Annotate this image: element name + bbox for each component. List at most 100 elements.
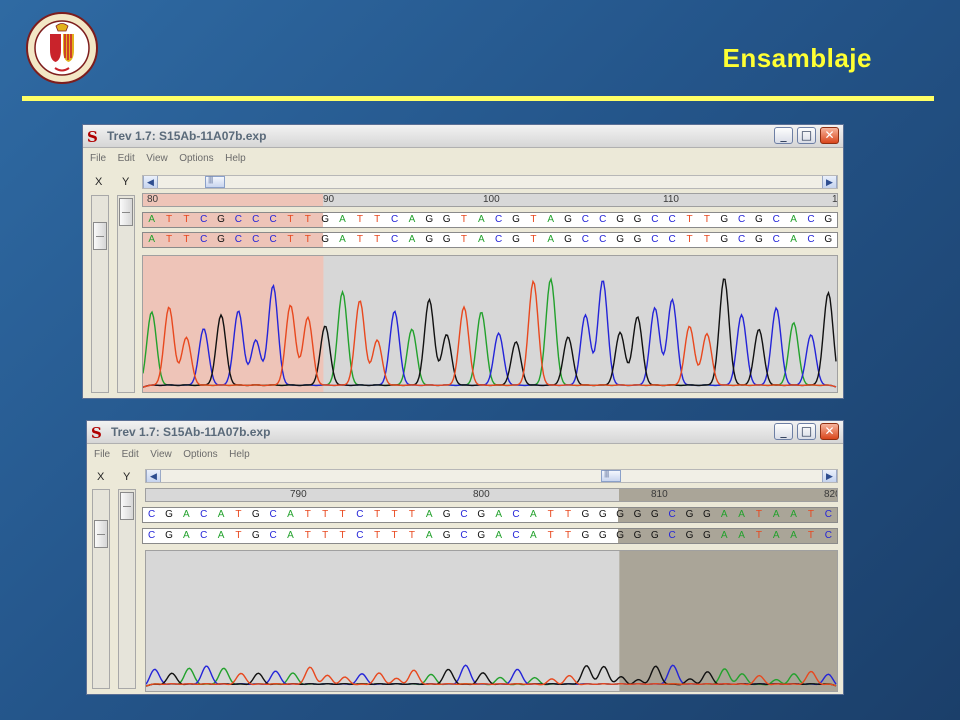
base-letter: T	[183, 234, 190, 245]
base-letter: A	[477, 234, 485, 245]
close-button[interactable]: ✕	[820, 127, 839, 144]
base-letter: C	[512, 509, 520, 520]
base-letter: A	[547, 234, 555, 245]
horizontal-scrollbar-thumb[interactable]	[205, 175, 225, 188]
base-letter: A	[495, 530, 502, 541]
base-letter: C	[668, 234, 676, 245]
base-letter: G	[650, 530, 659, 541]
trev-app-icon: S	[91, 424, 102, 442]
chromatogram-trace-panel[interactable]	[145, 550, 838, 692]
base-letter: A	[425, 509, 433, 520]
x-zoom-slider[interactable]	[92, 489, 110, 689]
base-letter: G	[685, 509, 694, 520]
base-letter: G	[512, 234, 520, 245]
scroll-right-arrow[interactable]: ▶	[822, 176, 837, 188]
base-letter: A	[720, 509, 728, 520]
chromatogram-plot	[146, 551, 837, 691]
base-letter: T	[304, 530, 311, 541]
base-letter: T	[460, 234, 468, 245]
menu-edit[interactable]: Edit	[118, 153, 135, 164]
base-letter: T	[374, 214, 381, 225]
base-letter: G	[685, 530, 694, 541]
window-titlebar[interactable]: S Trev 1.7: S15Ab-11A07b.exp _ □ ✕	[83, 125, 843, 148]
base-letter: A	[738, 509, 745, 520]
y-zoom-slider[interactable]	[118, 489, 136, 689]
scroll-left-arrow[interactable]: ◀	[146, 470, 161, 482]
x-zoom-slider[interactable]	[91, 195, 109, 393]
horizontal-scrollbar[interactable]: ◀ ▶	[145, 469, 838, 483]
base-letter: G	[442, 234, 451, 245]
base-letter: G	[477, 509, 486, 520]
y-zoom-slider[interactable]	[117, 195, 135, 393]
base-letter: T	[304, 234, 311, 245]
x-zoom-slider-thumb[interactable]	[94, 520, 108, 548]
minimize-button[interactable]: _	[774, 423, 793, 440]
base-letter: C	[356, 509, 364, 520]
base-letter: A	[738, 530, 745, 541]
base-letter: T	[547, 509, 554, 520]
base-letter: A	[339, 234, 346, 245]
base-letter: T	[755, 530, 762, 541]
base-letter: T	[703, 214, 710, 225]
base-letter: T	[391, 530, 398, 541]
base-letter: G	[442, 509, 451, 520]
base-letter: G	[581, 509, 590, 520]
menu-options[interactable]: Options	[179, 153, 213, 164]
maximize-button[interactable]: □	[797, 423, 816, 440]
window-title: Trev 1.7: S15Ab-11A07b.exp	[111, 425, 271, 439]
base-letter: T	[304, 509, 311, 520]
horizontal-scrollbar[interactable]: ◀ ▶	[142, 175, 838, 189]
base-letter: C	[807, 214, 815, 225]
horizontal-scrollbar-thumb[interactable]	[601, 469, 621, 482]
trace-highlight-region	[143, 256, 324, 392]
x-zoom-slider-thumb[interactable]	[93, 222, 107, 250]
window-title: Trev 1.7: S15Ab-11A07b.exp	[107, 129, 267, 143]
menu-view[interactable]: View	[146, 153, 168, 164]
base-letter: T	[408, 509, 415, 520]
maximize-button[interactable]: □	[797, 127, 816, 144]
base-letter: C	[495, 214, 503, 225]
chromatogram-trace-panel[interactable]	[142, 255, 838, 393]
base-letter: C	[668, 214, 676, 225]
x-zoom-label: X	[95, 176, 103, 188]
base-letter: G	[702, 509, 711, 520]
menu-help[interactable]: Help	[225, 153, 246, 164]
trev-window-2[interactable]: S Trev 1.7: S15Ab-11A07b.exp _ □ ✕ File …	[86, 420, 844, 695]
base-letter: G	[616, 214, 625, 225]
base-letter: G	[321, 234, 330, 245]
base-letter: T	[408, 530, 415, 541]
base-letter: C	[772, 234, 780, 245]
close-button[interactable]: ✕	[820, 423, 839, 440]
base-letter: A	[287, 530, 294, 541]
menu-edit[interactable]: Edit	[122, 449, 139, 460]
base-letter: C	[269, 234, 277, 245]
base-letter: G	[633, 530, 642, 541]
trev-window-1[interactable]: S Trev 1.7: S15Ab-11A07b.exp _ □ ✕ File …	[82, 124, 844, 399]
base-letter: C	[148, 509, 156, 520]
base-letter: C	[772, 214, 780, 225]
base-letter: T	[183, 214, 190, 225]
chromatogram-plot	[143, 256, 837, 392]
menu-options[interactable]: Options	[183, 449, 217, 460]
base-letter: T	[565, 509, 572, 520]
base-letter: C	[599, 234, 607, 245]
scroll-left-arrow[interactable]: ◀	[143, 176, 158, 188]
base-letter: T	[235, 509, 242, 520]
menu-file[interactable]: File	[90, 153, 106, 164]
y-zoom-slider-thumb[interactable]	[119, 198, 133, 226]
menu-file[interactable]: File	[94, 449, 110, 460]
base-letter: A	[772, 509, 780, 520]
base-letter: G	[512, 214, 520, 225]
window-titlebar[interactable]: S Trev 1.7: S15Ab-11A07b.exp _ □ ✕	[87, 421, 843, 444]
university-seal-logo	[26, 12, 98, 84]
menu-view[interactable]: View	[150, 449, 172, 460]
base-letter: C	[460, 509, 468, 520]
base-letter: G	[165, 509, 173, 520]
menu-help[interactable]: Help	[229, 449, 250, 460]
base-letter: G	[702, 530, 711, 541]
scroll-right-arrow[interactable]: ▶	[822, 470, 837, 482]
base-letter: C	[651, 234, 659, 245]
y-zoom-slider-thumb[interactable]	[120, 492, 134, 520]
minimize-button[interactable]: _	[774, 127, 793, 144]
y-zoom-label: Y	[122, 176, 130, 188]
